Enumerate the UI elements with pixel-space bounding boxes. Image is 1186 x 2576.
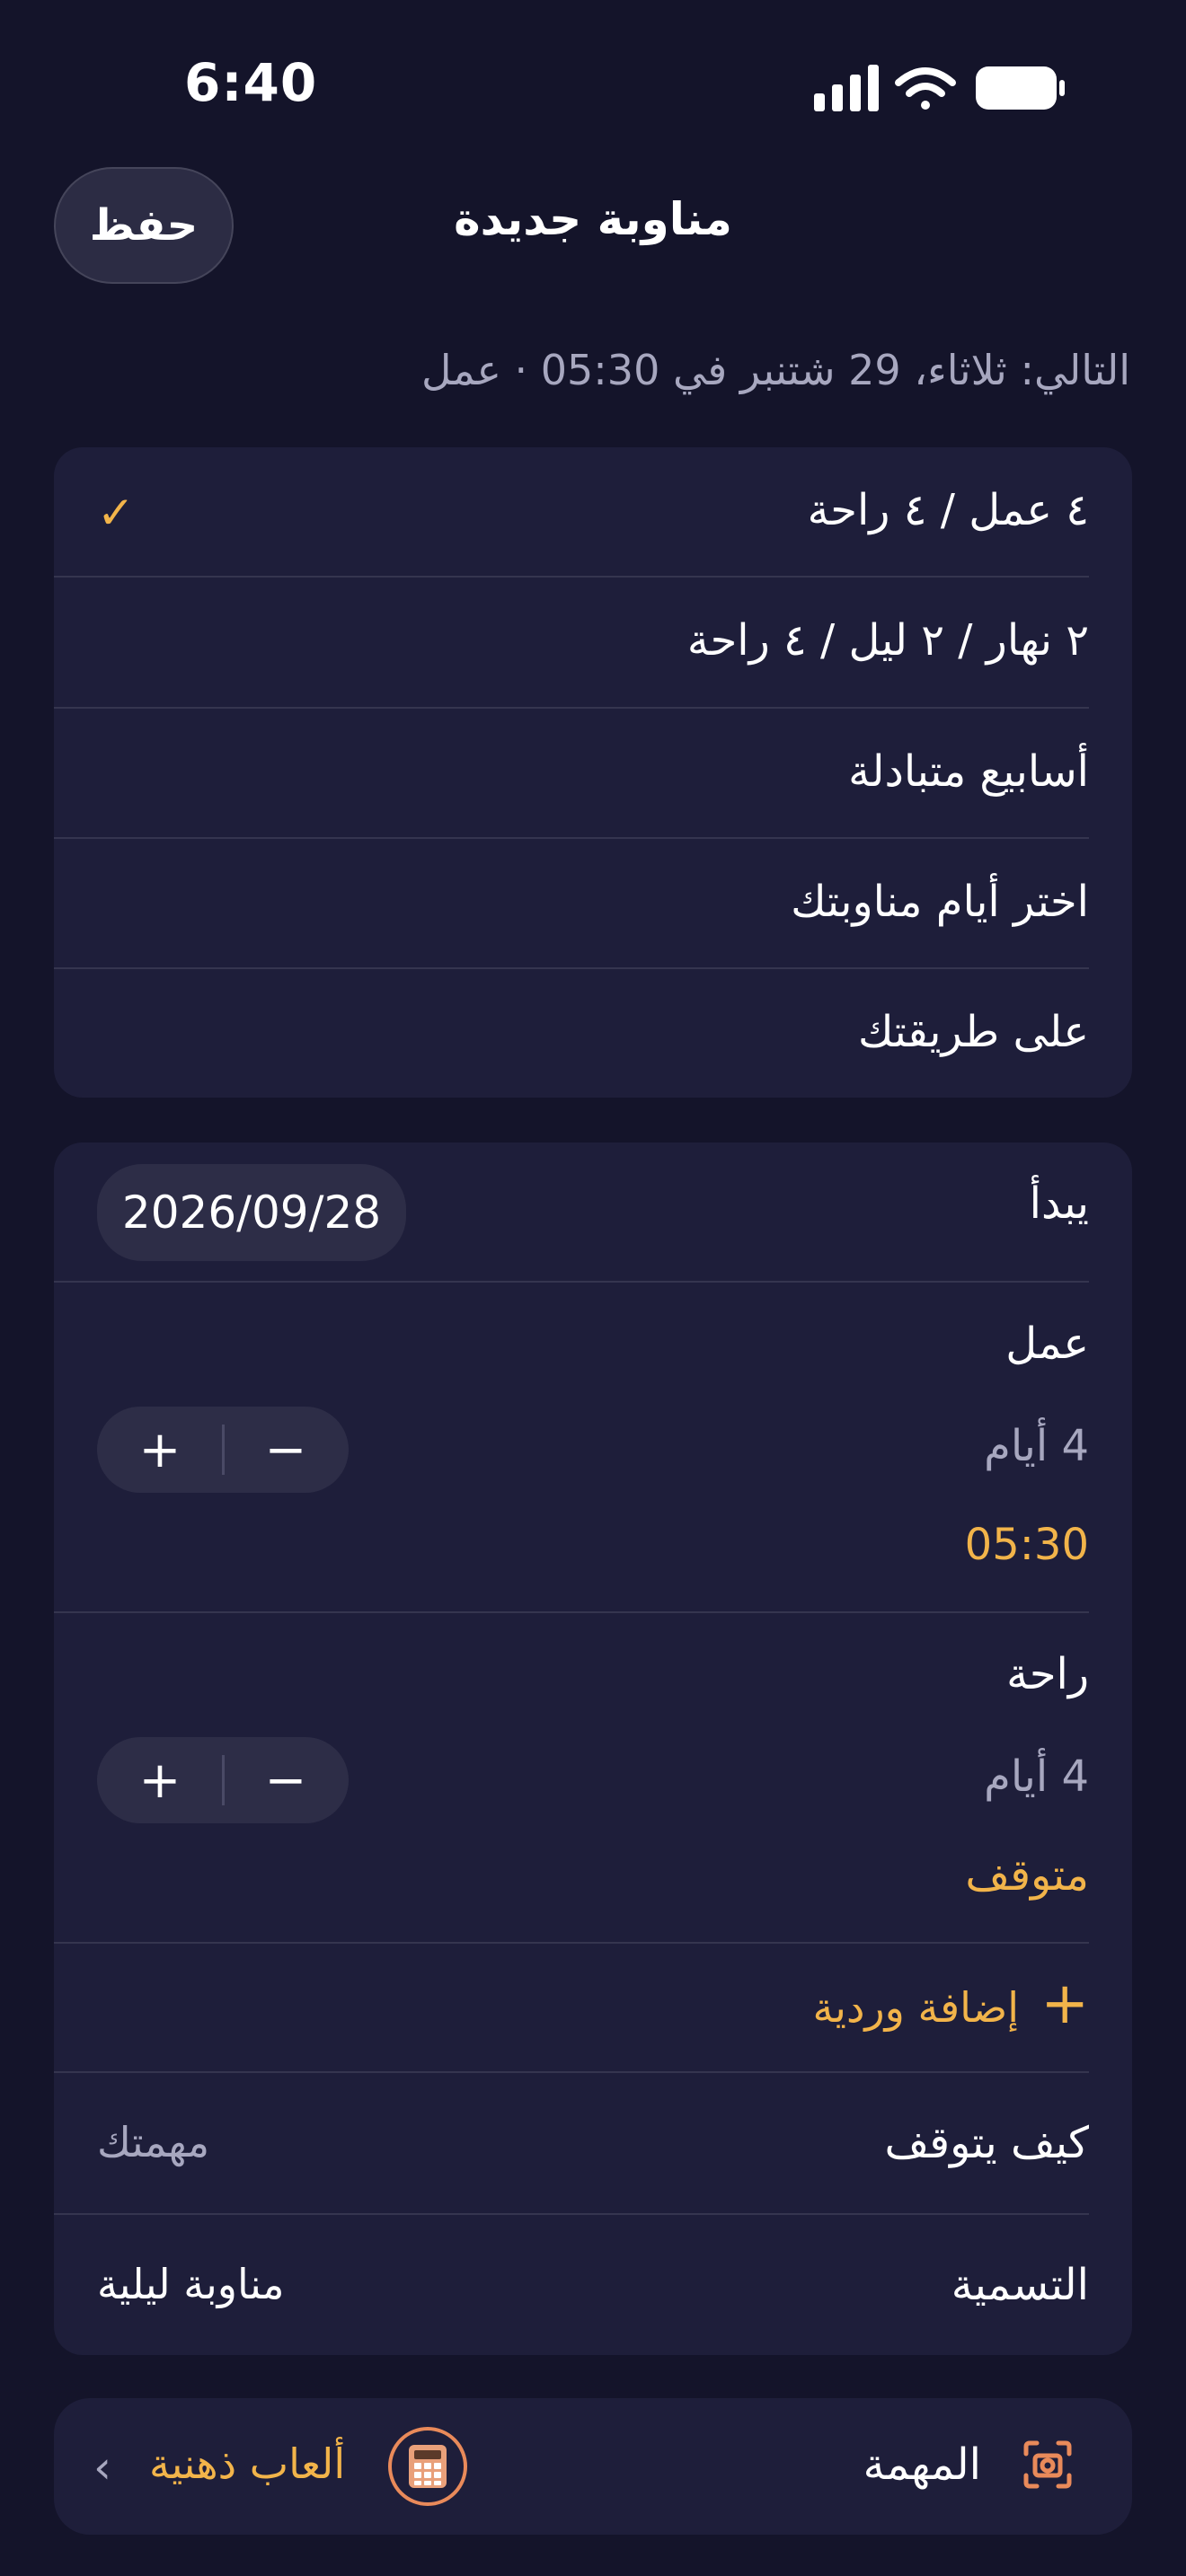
status-time: 6:40 [184,52,318,113]
decrement-button[interactable]: − [223,1407,349,1493]
increment-button[interactable]: + [97,1407,223,1493]
name-value: مناوبة ليلية [97,2260,285,2308]
work-days-stepper: + − [97,1407,349,1493]
pattern-label: أسابيع متبادلة [848,746,1089,797]
shift-settings: يبدأ 2026/09/28 عمل 4 أيام + − 05:30 راح… [54,1142,1132,2355]
name-row[interactable]: التسمية مناوبة ليلية [54,2215,1132,2355]
status-icons [809,63,1069,113]
wifi-icon [895,67,956,110]
task-label: المهمة [863,2439,981,2490]
add-shift-label: إضافة وردية [812,1983,1019,2032]
work-title: عمل [1005,1319,1089,1369]
rest-title: راحة [1006,1649,1089,1699]
how-stops-row[interactable]: كيف يتوقف مهمتك [54,2073,1132,2213]
cellular-signal-icon [814,65,879,111]
pattern-item[interactable]: أسابيع متبادلة [54,709,1132,838]
pattern-label: ٢ نهار / ٢ ليل / ٤ راحة [686,615,1089,666]
plus-icon: + [1040,1971,1089,2037]
chevron-left-icon: ‹ [93,2441,111,2493]
pattern-label: ٤ عمل / ٤ راحة [807,485,1089,535]
rest-days: 4 أيام [984,1751,1089,1802]
divider [54,1281,1089,1283]
pattern-item[interactable]: ٤ عمل / ٤ راحة ✓ [54,447,1132,577]
task-row[interactable]: المهمة ‹ ألعاب ذهنية [54,2398,1132,2535]
decrement-button[interactable]: − [223,1737,349,1823]
pattern-item[interactable]: على طريقتك [54,969,1132,1098]
work-days: 4 أيام [984,1421,1089,1471]
calculator-icon [388,2427,467,2506]
rest-start-time[interactable]: متوقف [965,1850,1089,1901]
divider [54,1611,1089,1613]
page-title: مناوبة جديدة [454,193,732,245]
checkmark-icon: ✓ [97,487,135,539]
add-shift-button[interactable]: + إضافة وردية [54,1944,1132,2071]
pattern-item[interactable]: ٢ نهار / ٢ ليل / ٤ راحة [54,578,1132,707]
how-stops-label: كيف يتوقف [884,2118,1089,2168]
task-value: ألعاب ذهنية [149,2439,346,2488]
pattern-list: ٤ عمل / ٤ راحة ✓ ٢ نهار / ٢ ليل / ٤ راحة… [54,447,1132,1098]
start-date-button[interactable]: 2026/09/28 [97,1164,406,1261]
how-stops-value: مهمتك [97,2118,210,2166]
work-start-time[interactable]: 05:30 [965,1520,1089,1570]
pattern-label: على طريقتك [857,1007,1089,1057]
start-label: يبدأ [1029,1178,1089,1229]
rest-days-stepper: + − [97,1737,349,1823]
pattern-label: اختر أيام مناوبتك [791,877,1089,927]
camera-scan-icon [1022,2439,1073,2490]
next-shift-info: التالي: ثلاثاء، 29 شتنبر في 05:30 · عمل [421,346,1130,394]
increment-button[interactable]: + [97,1737,223,1823]
pattern-item[interactable]: اختر أيام مناوبتك [54,839,1132,968]
name-label: التسمية [951,2260,1089,2310]
battery-icon [976,66,1065,110]
